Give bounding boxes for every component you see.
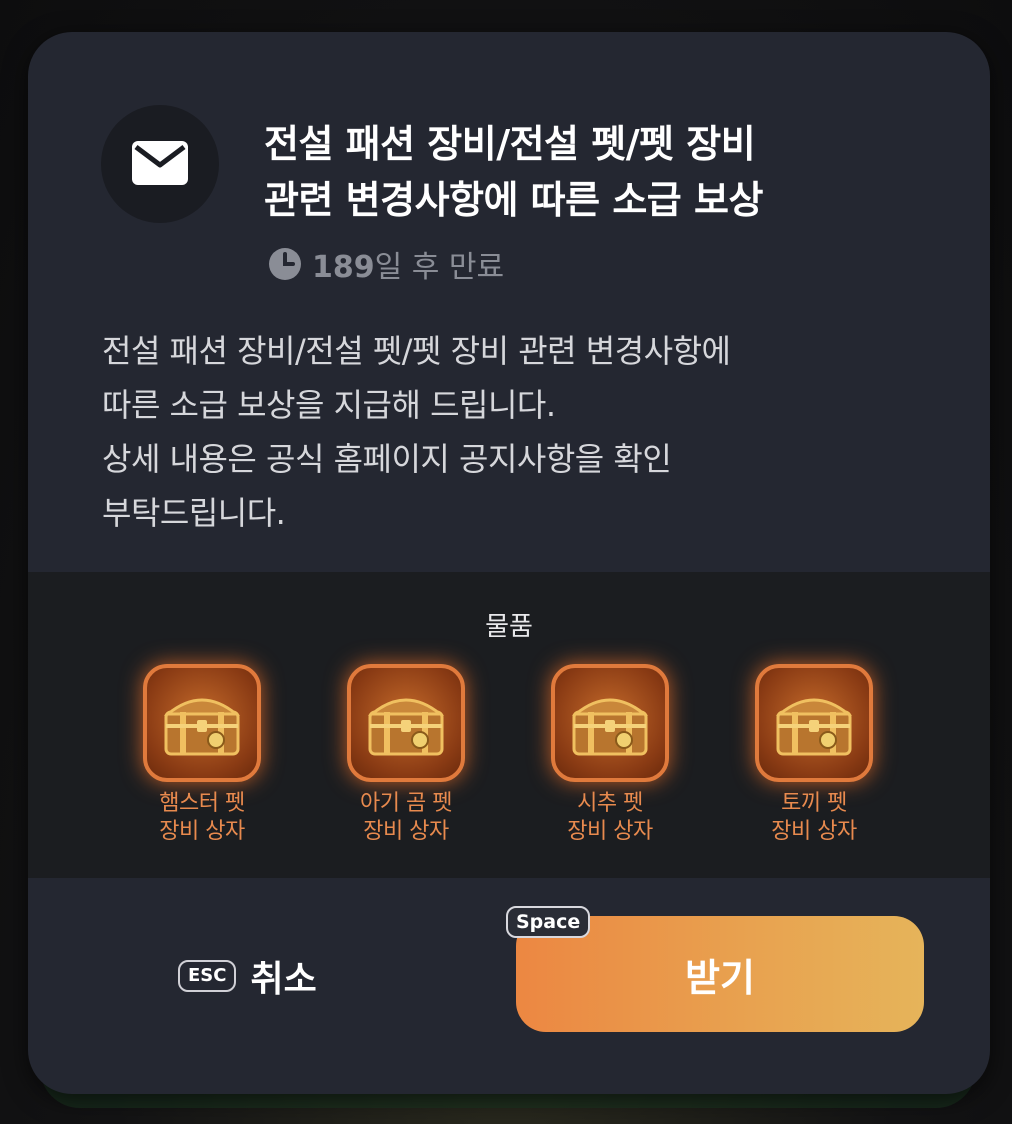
reward-item[interactable]: 시추 펫 장비 상자: [520, 664, 700, 846]
receive-label: 받기: [685, 955, 755, 1000]
item-name: 햄스터 펫 장비 상자: [159, 791, 245, 844]
items-label: 물품: [485, 612, 533, 642]
reward-item[interactable]: 아기 곰 펫 장비 상자: [316, 664, 496, 846]
cancel-label: 취소: [250, 959, 317, 1000]
chest-icon: [775, 698, 853, 756]
clock-icon: [269, 248, 301, 280]
mail-icon-container: [101, 105, 219, 223]
space-key-badge: Space: [506, 906, 591, 938]
mail-body-line: 전설 패션 장비/전설 펫/펫 장비 관련 변경사항에: [102, 332, 731, 370]
reward-item[interactable]: 햄스터 펫 장비 상자: [112, 664, 292, 846]
cancel-button[interactable]: ESC 취소: [178, 948, 317, 1004]
mail-title: 전설 패션 장비/전설 펫/펫 장비 관련 변경사항에 따른 소급 보상: [264, 116, 944, 228]
item-slot[interactable]: [551, 664, 669, 782]
item-name: 시추 펫 장비 상자: [567, 791, 653, 844]
mail-body-line: 상세 내용은 공식 홈페이지 공지사항을 확인: [102, 440, 672, 478]
item-name: 토끼 펫 장비 상자: [771, 791, 857, 844]
item-slot[interactable]: [143, 664, 261, 782]
mail-body-line: 따른 소급 보상을 지급해 드립니다.: [102, 386, 556, 424]
envelope-icon: [132, 141, 188, 185]
items-panel: 물품 햄스터 펫 장비 상자 아기 곰 펫 장비 상자 시추 펫 장비 상자 토…: [28, 572, 990, 878]
chest-icon: [367, 698, 445, 756]
item-name: 아기 곰 펫 장비 상자: [360, 791, 452, 844]
expiry-info: 189일 후 만료: [268, 244, 505, 285]
item-slot[interactable]: [347, 664, 465, 782]
chest-icon: [163, 698, 241, 756]
item-slot[interactable]: [755, 664, 873, 782]
mail-title-line1: 전설 패션 장비/전설 펫/펫 장비: [264, 122, 756, 166]
expiry-suffix: 일 후 만료: [374, 250, 505, 285]
expiry-days: 189: [312, 250, 375, 285]
mail-title-line2: 관련 변경사항에 따른 소급 보상: [264, 178, 763, 222]
mail-body: 전설 패션 장비/전설 펫/펫 장비 관련 변경사항에 따른 소급 보상을 지급…: [102, 324, 922, 540]
mail-body-line: 부탁드립니다.: [102, 494, 286, 532]
esc-key-badge: ESC: [178, 960, 237, 992]
mail-dialog: 전설 패션 장비/전설 펫/펫 장비 관련 변경사항에 따른 소급 보상 189…: [28, 32, 990, 1094]
dialog-footer: ESC 취소 받기 Space: [28, 878, 990, 1094]
chest-icon: [571, 698, 649, 756]
reward-item[interactable]: 토끼 펫 장비 상자: [724, 664, 904, 846]
